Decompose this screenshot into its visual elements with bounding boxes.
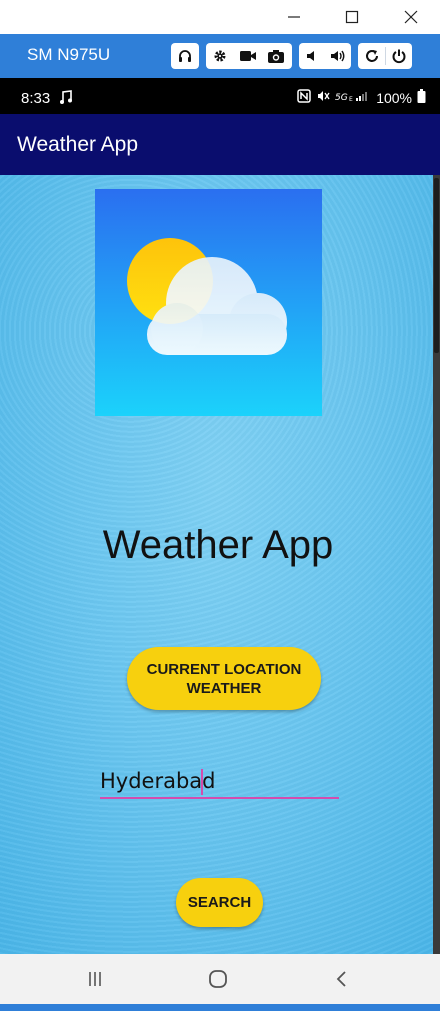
mute-icon bbox=[316, 89, 330, 106]
signal-5g-icon: 5G E bbox=[335, 89, 371, 106]
window-titlebar bbox=[0, 0, 440, 34]
toolbar-group-device bbox=[358, 43, 412, 69]
power-icon[interactable] bbox=[386, 43, 412, 69]
close-icon[interactable] bbox=[382, 0, 440, 34]
app-heading: Weather App bbox=[102, 523, 334, 567]
status-icons: 5G E 100% bbox=[297, 89, 426, 106]
video-camera-icon[interactable] bbox=[234, 43, 262, 69]
main-content: Weather App CURRENT LOCATION WEATHER SEA… bbox=[0, 175, 436, 954]
system-nav-bar bbox=[0, 954, 440, 1004]
search-button[interactable]: SEARCH bbox=[176, 878, 263, 927]
mirror-toolbar: SM N975U bbox=[0, 34, 440, 78]
recent-apps-icon[interactable] bbox=[55, 954, 135, 1004]
toolbar-group-capture bbox=[206, 43, 292, 69]
app-bar-title: Weather App bbox=[17, 133, 139, 156]
current-location-weather-button[interactable]: CURRENT LOCATION WEATHER bbox=[127, 647, 321, 710]
text-caret bbox=[201, 769, 203, 795]
music-note-icon bbox=[59, 90, 73, 110]
scroll-thumb[interactable] bbox=[434, 178, 439, 353]
volume-up-icon[interactable] bbox=[325, 43, 351, 69]
city-input[interactable] bbox=[100, 765, 339, 799]
toolbar-group-volume bbox=[299, 43, 351, 69]
svg-text:5G: 5G bbox=[335, 93, 348, 103]
rotate-icon[interactable] bbox=[358, 43, 385, 69]
camera-icon[interactable] bbox=[262, 43, 290, 69]
device-name: SM N975U bbox=[27, 45, 111, 64]
toolbar-group-audio bbox=[171, 43, 199, 69]
minimize-icon[interactable] bbox=[265, 0, 323, 34]
maximize-icon[interactable] bbox=[323, 0, 381, 34]
volume-down-icon[interactable] bbox=[299, 43, 325, 69]
battery-percent: 100% bbox=[376, 89, 412, 106]
battery-icon bbox=[417, 89, 426, 106]
back-icon[interactable] bbox=[302, 954, 382, 1004]
app-bar: Weather App bbox=[0, 114, 440, 175]
headphones-icon[interactable] bbox=[171, 43, 199, 69]
status-bar: 8:33 5G E 100% bbox=[0, 80, 440, 114]
nfc-icon bbox=[297, 89, 311, 106]
gear-icon[interactable] bbox=[206, 43, 234, 69]
status-time: 8:33 bbox=[21, 90, 51, 107]
weather-sun-cloud-icon bbox=[95, 189, 322, 416]
home-icon[interactable] bbox=[178, 954, 258, 1004]
svg-text:E: E bbox=[349, 96, 353, 103]
window-bottom-edge bbox=[0, 1004, 440, 1011]
